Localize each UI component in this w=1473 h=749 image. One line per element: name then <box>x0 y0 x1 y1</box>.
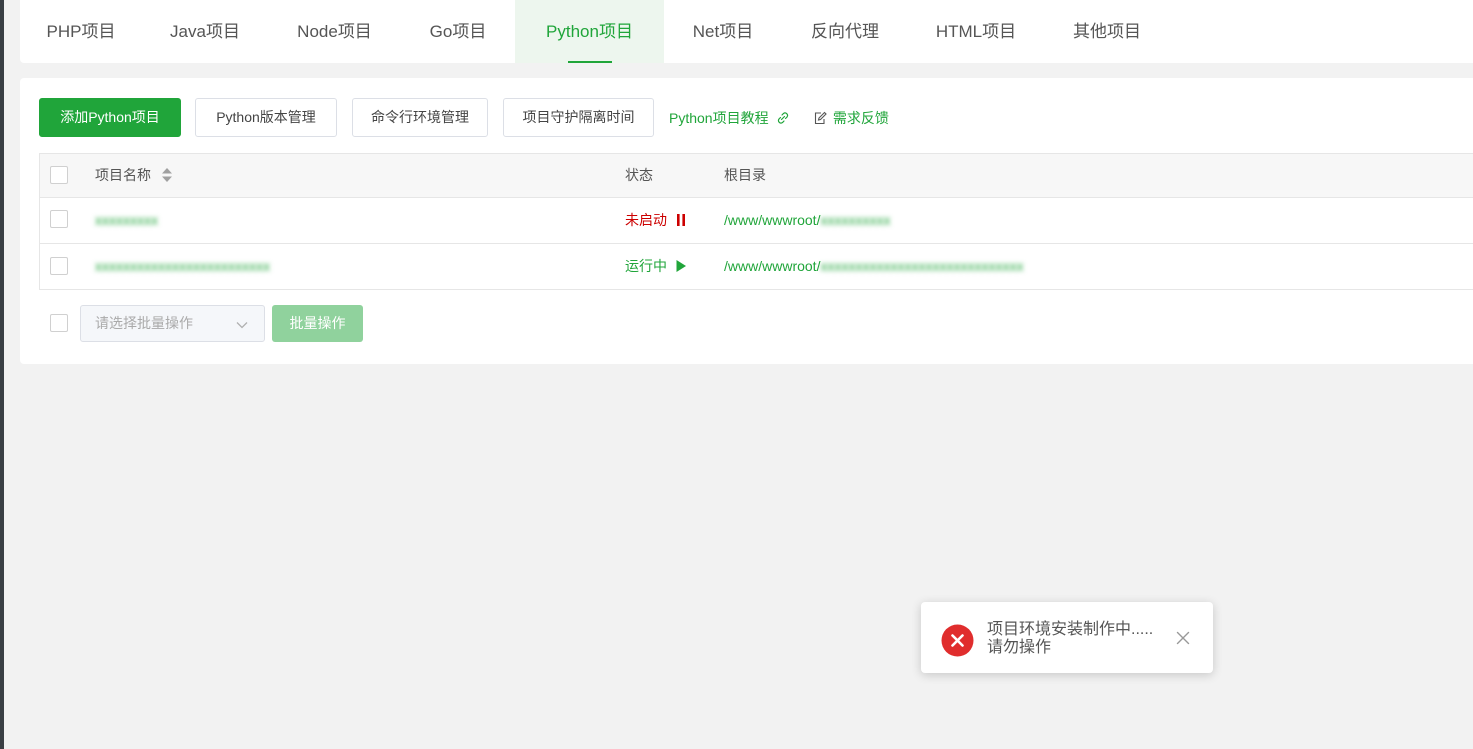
python-version-button[interactable]: Python版本管理 <box>195 98 337 137</box>
play-icon <box>676 260 686 272</box>
root-prefix: /www/wwwroot/ <box>724 258 821 274</box>
column-header-name[interactable]: 项目名称 <box>95 166 173 184</box>
tab-other[interactable]: 其他项目 <box>1044 0 1170 63</box>
root-prefix: /www/wwwroot/ <box>724 212 821 228</box>
status-label: 未启动 <box>625 212 667 228</box>
tab-net[interactable]: Net项目 <box>664 0 782 63</box>
add-python-project-button[interactable]: 添加Python项目 <box>39 98 181 137</box>
column-name-label: 项目名称 <box>95 167 151 183</box>
status-running[interactable]: 运行中 <box>625 257 687 275</box>
tab-python[interactable]: Python项目 <box>515 0 664 63</box>
sort-icon[interactable] <box>161 167 173 183</box>
error-toast: 项目环境安装制作中..... 请勿操作 <box>921 602 1213 673</box>
cmd-env-button[interactable]: 命令行环境管理 <box>352 98 488 137</box>
table-header: 项目名称 状态 根目录 <box>40 153 1473 198</box>
project-type-tabs: PHP项目 Java项目 Node项目 Go项目 Python项目 Net项目 … <box>20 0 1473 63</box>
project-name[interactable]: xxxxxxxxx <box>95 211 158 229</box>
table-row: xxxxxxxxx 未启动 /www/wwwroot/xxxxxxxxxx <box>40 198 1473 244</box>
root-suffix: xxxxxxxxxxxxxxxxxxxxxxxxxxxxx <box>820 258 1024 274</box>
tab-go[interactable]: Go项目 <box>401 0 515 63</box>
column-header-root: 根目录 <box>724 167 766 183</box>
tab-java[interactable]: Java项目 <box>142 0 268 63</box>
pause-icon <box>676 214 685 226</box>
tutorial-label: Python项目教程 <box>669 110 769 126</box>
root-path[interactable]: /www/wwwroot/xxxxxxxxxxxxxxxxxxxxxxxxxxx… <box>724 257 1023 275</box>
row-checkbox[interactable] <box>50 210 68 228</box>
project-panel: 添加Python项目 Python版本管理 命令行环境管理 项目守护隔离时间 P… <box>20 78 1473 364</box>
select-all-checkbox[interactable] <box>50 166 68 184</box>
tutorial-link[interactable]: Python项目教程 <box>669 109 790 127</box>
status-label: 运行中 <box>625 258 667 274</box>
project-name[interactable]: xxxxxxxxxxxxxxxxxxxxxxxxx <box>95 257 270 275</box>
toast-message-line1: 项目环境安装制作中..... <box>987 621 1154 638</box>
chevron-down-icon <box>236 322 248 329</box>
column-header-status: 状态 <box>625 167 653 183</box>
tab-html[interactable]: HTML项目 <box>908 0 1044 63</box>
status-stopped[interactable]: 未启动 <box>625 211 687 229</box>
project-table: 项目名称 状态 根目录 xxxxxxxxx 未启动 /www/wwwroot/x <box>39 153 1473 290</box>
row-checkbox[interactable] <box>50 257 68 275</box>
window-left-edge <box>0 0 4 749</box>
feedback-link[interactable]: 需求反馈 <box>814 109 889 127</box>
tab-php[interactable]: PHP项目 <box>20 0 142 63</box>
external-link-icon <box>778 112 789 124</box>
batch-select-placeholder: 请选择批量操作 <box>95 315 193 331</box>
tab-node[interactable]: Node项目 <box>268 0 401 63</box>
guard-interval-button[interactable]: 项目守护隔离时间 <box>503 98 654 137</box>
batch-operation-select[interactable]: 请选择批量操作 <box>80 305 265 342</box>
tab-reverse-proxy[interactable]: 反向代理 <box>782 0 908 63</box>
batch-operation-button[interactable]: 批量操作 <box>272 305 363 342</box>
table-row: xxxxxxxxxxxxxxxxxxxxxxxxx 运行中 /www/wwwro… <box>40 244 1473 290</box>
root-path[interactable]: /www/wwwroot/xxxxxxxxxx <box>724 211 890 229</box>
root-suffix: xxxxxxxxxx <box>820 212 891 228</box>
toast-message-line2: 请勿操作 <box>987 639 1052 656</box>
batch-actions: 请选择批量操作 批量操作 <box>39 305 539 345</box>
batch-select-checkbox[interactable] <box>50 314 68 332</box>
error-icon <box>941 624 974 657</box>
edit-icon <box>814 111 827 125</box>
feedback-label: 需求反馈 <box>832 110 889 126</box>
close-icon[interactable] <box>1176 631 1190 645</box>
